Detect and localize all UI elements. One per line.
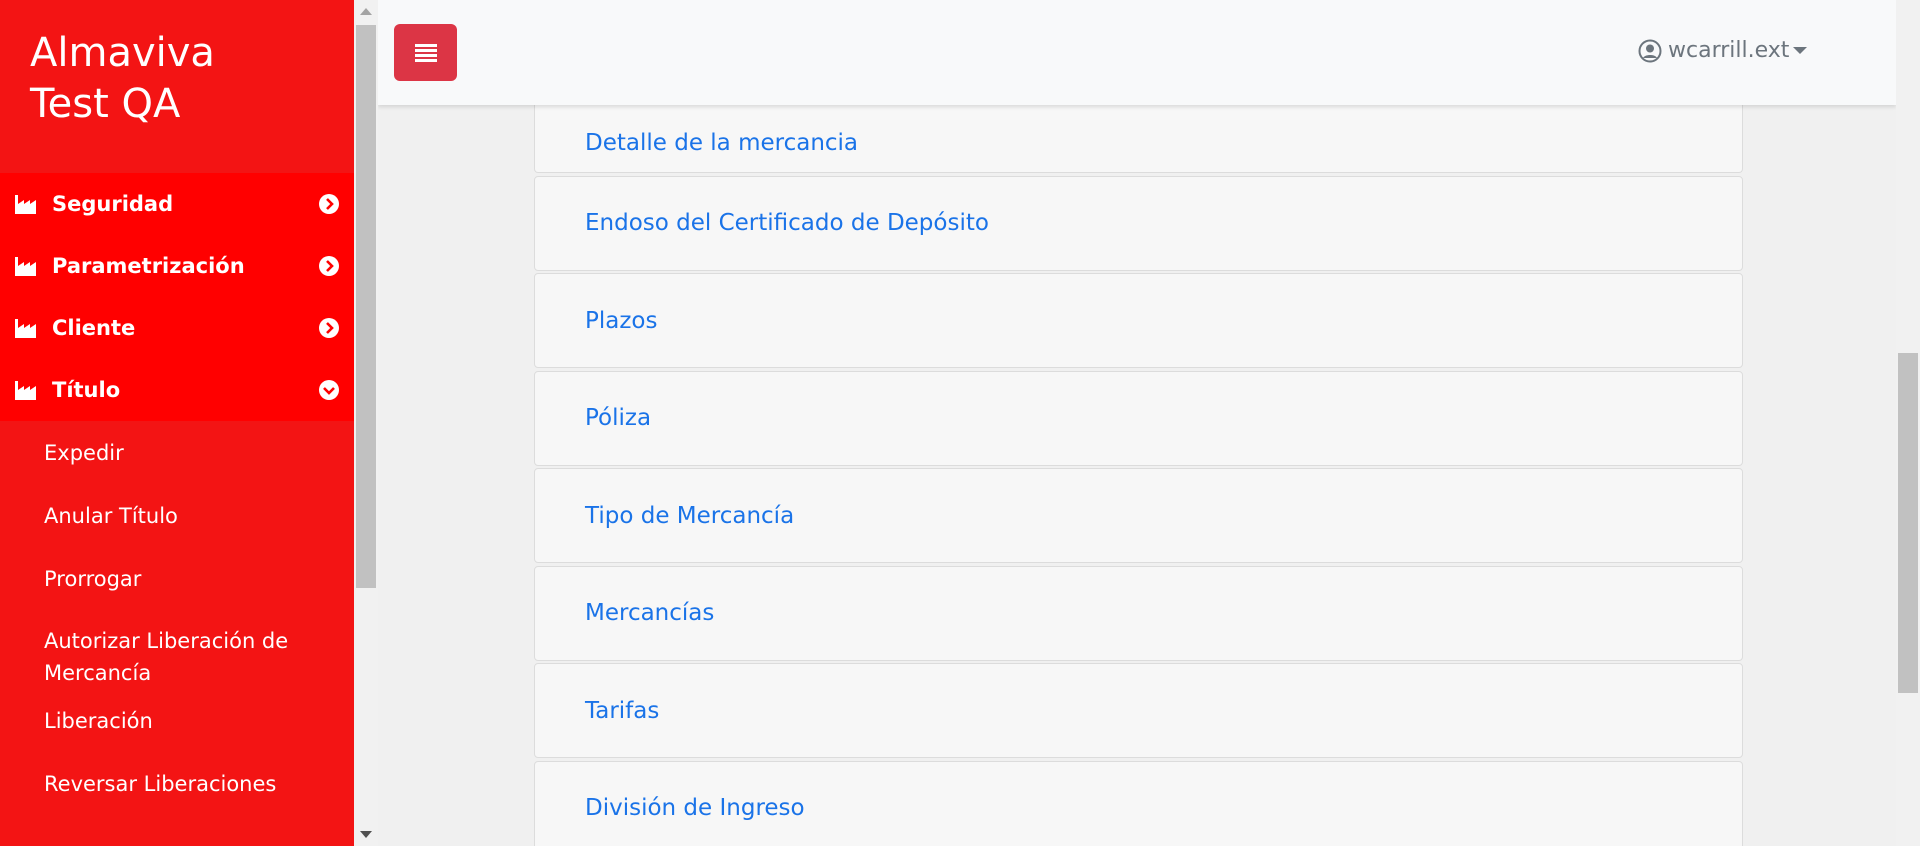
factory-icon bbox=[15, 195, 36, 214]
chevron-right-circle-icon bbox=[319, 256, 339, 276]
factory-icon bbox=[15, 381, 36, 400]
brand-title[interactable]: Almaviva Test QA bbox=[0, 0, 354, 173]
hamburger-icon bbox=[414, 42, 437, 64]
user-name: wcarrill.ext bbox=[1668, 38, 1790, 63]
accordion-link-mercancias[interactable]: Mercancías bbox=[585, 600, 714, 626]
chevron-down-circle-icon bbox=[319, 380, 339, 400]
submenu-item-liberacion[interactable]: Liberación bbox=[0, 689, 354, 752]
submenu-item-autorizar-liberacion[interactable]: Autorizar Liberación de Mercancía bbox=[0, 610, 354, 689]
brand-line-1: Almaviva bbox=[30, 30, 215, 76]
accordion-link-tipo-mercancia[interactable]: Tipo de Mercancía bbox=[585, 503, 794, 529]
accordion-link-detalle-mercancia[interactable]: Detalle de la mercancia bbox=[585, 130, 858, 156]
accordion-item: Plazos bbox=[534, 273, 1743, 368]
accordion-item: Endoso del Certificado de Depósito bbox=[534, 175, 1743, 271]
sidebar: Almaviva Test QA Seguridad Parametrizaci… bbox=[0, 0, 354, 846]
accordion-item: Tipo de Mercancía bbox=[534, 468, 1743, 563]
sidebar-scrollbar[interactable] bbox=[354, 0, 378, 846]
sidebar-item-parametrizacion[interactable]: Parametrización bbox=[0, 235, 354, 297]
accordion-item: Mercancías bbox=[534, 565, 1743, 661]
sidebar-item-label: Título bbox=[52, 378, 121, 402]
sidebar-toggle-button[interactable] bbox=[394, 24, 457, 81]
sidebar-item-label: Seguridad bbox=[52, 192, 174, 216]
sidebar-item-label: Cliente bbox=[52, 316, 136, 340]
brand-line-2: Test QA bbox=[30, 81, 181, 127]
accordion-item: Póliza bbox=[534, 370, 1743, 466]
chevron-right-circle-icon bbox=[319, 194, 339, 214]
user-circle-icon bbox=[1638, 39, 1662, 62]
accordion-link-poliza[interactable]: Póliza bbox=[585, 405, 651, 431]
submenu-item-reversar-liberaciones[interactable]: Reversar Liberaciones bbox=[0, 752, 354, 815]
scrollbar-thumb[interactable] bbox=[1898, 353, 1918, 693]
submenu-item-prorrogar[interactable]: Prorrogar bbox=[0, 547, 354, 610]
accordion-link-endoso-certificado[interactable]: Endoso del Certificado de Depósito bbox=[585, 210, 989, 236]
user-menu-dropdown[interactable]: wcarrill.ext bbox=[1638, 38, 1808, 63]
scroll-up-arrow-icon[interactable] bbox=[360, 8, 372, 15]
caret-down-icon bbox=[1793, 47, 1808, 54]
factory-icon bbox=[15, 257, 36, 276]
sidebar-item-label: Parametrización bbox=[52, 254, 245, 278]
chevron-right-circle-icon bbox=[319, 318, 339, 338]
sidebar-item-titulo[interactable]: Título bbox=[0, 359, 354, 421]
accordion-link-division-ingreso[interactable]: División de Ingreso bbox=[585, 795, 805, 821]
page-scrollbar[interactable] bbox=[1896, 0, 1920, 846]
scrollbar-thumb[interactable] bbox=[356, 25, 376, 588]
accordion-link-plazos[interactable]: Plazos bbox=[585, 308, 657, 334]
scroll-down-arrow-icon[interactable] bbox=[360, 831, 372, 838]
submenu-titulo: Expedir Anular Título Prorrogar Autoriza… bbox=[0, 421, 354, 815]
sidebar-item-seguridad[interactable]: Seguridad bbox=[0, 173, 354, 235]
top-navbar: wcarrill.ext bbox=[378, 0, 1896, 105]
sidebar-item-cliente[interactable]: Cliente bbox=[0, 297, 354, 359]
factory-icon bbox=[15, 319, 36, 338]
accordion-item: Tarifas bbox=[534, 663, 1743, 758]
submenu-item-anular-titulo[interactable]: Anular Título bbox=[0, 484, 354, 547]
accordion-list: Detalle de la mercancia Endoso del Certi… bbox=[534, 76, 1743, 846]
accordion-link-tarifas[interactable]: Tarifas bbox=[585, 698, 659, 724]
main-content: wcarrill.ext Detalle de la mercancia End… bbox=[378, 0, 1896, 846]
submenu-item-expedir[interactable]: Expedir bbox=[0, 421, 354, 484]
accordion-item: División de Ingreso bbox=[534, 760, 1743, 846]
